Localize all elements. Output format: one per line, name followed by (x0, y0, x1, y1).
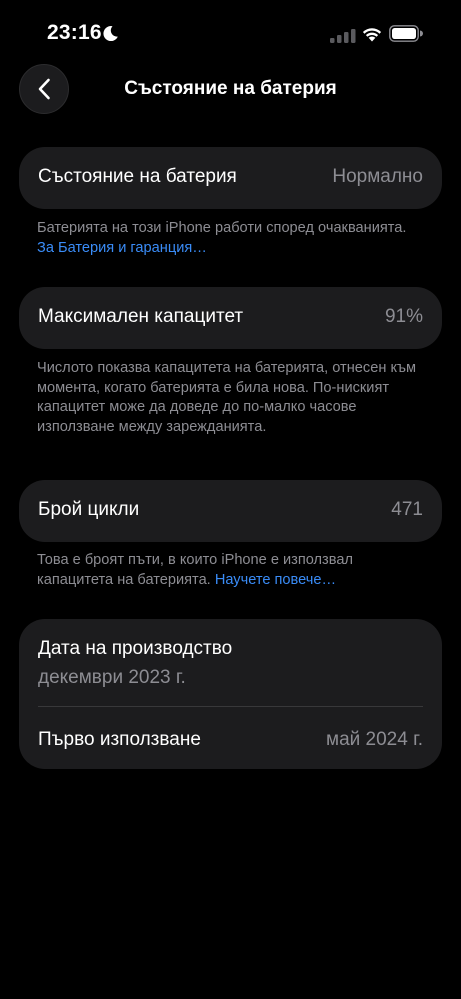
status-time: 23:16 (47, 21, 102, 44)
signal-icon (330, 29, 356, 43)
cycle-count-footnote: Това е броят пъти, в които iPhone е изпо… (37, 551, 427, 590)
manufacture-date-label: Дата на производство (38, 638, 233, 659)
cycle-count-row: Брой цикли 471 (19, 480, 442, 542)
cycle-count-label: Брой цикли (38, 499, 140, 520)
battery-state-value: Нормално (332, 166, 423, 187)
wifi-icon (362, 28, 382, 42)
battery-icon (389, 25, 423, 42)
first-use-label: Първо използване (38, 729, 201, 750)
battery-state-footnote: Батерията на този iPhone работи според о… (37, 219, 427, 258)
max-capacity-footnote: Числото показва капацитета на батерията,… (37, 360, 416, 435)
nav-bar: Състояние на батерия (0, 62, 461, 118)
manufacture-date-value: декември 2023 г. (38, 667, 186, 688)
max-capacity-label: Максимален капацитет (38, 306, 244, 327)
page-title: Състояние на батерия (124, 78, 337, 99)
battery-state-row[interactable]: Състояние на батерия Нормално (19, 147, 442, 209)
max-capacity-value: 91% (384, 306, 423, 327)
dates-card: Дата на производство декември 2023 г. Пъ… (19, 619, 442, 769)
first-use-value: май 2024 г. (326, 729, 423, 750)
moon-icon (103, 26, 118, 42)
status-bar: 23:16 (0, 0, 461, 60)
divider (38, 706, 423, 707)
learn-more-link[interactable]: Научете повече… (215, 572, 336, 588)
battery-state-label: Състояние на батерия (38, 166, 237, 187)
cycle-count-value: 471 (391, 499, 423, 520)
battery-warranty-link[interactable]: За Батерия и гаранция… (37, 240, 207, 256)
battery-state-note: Батерията на този iPhone работи според о… (37, 220, 407, 236)
max-capacity-row: Максимален капацитет 91% (19, 287, 442, 349)
